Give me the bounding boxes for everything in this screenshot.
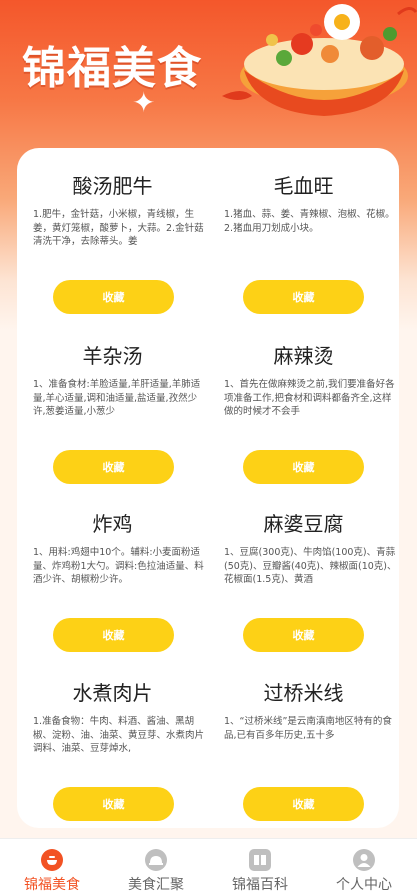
dish-cover-icon [145,849,167,871]
recipe-description: 1、豆腐(300克)、牛肉馅(100克)、青蒜(50克)、豆瓣酱(40克)、辣椒… [224,547,397,585]
recipe-description: 1、首先在做麻辣烫之前,我们要准备好各项准备工作,把食材和调料都备齐全,这样做的… [224,379,395,417]
recipe-item[interactable]: 麻婆豆腐 1、豆腐(300克)、牛肉馅(100克)、青蒜(50克)、豆瓣酱(40… [17,486,397,654]
user-icon [353,849,375,871]
recipe-item[interactable]: 麻辣烫 1、首先在做麻辣烫之前,我们要准备好各项准备工作,把食材和调料都备齐全,… [17,318,395,486]
tab-label: 锦福美食 [24,877,80,892]
tab-home[interactable]: 锦福美食 [0,839,104,892]
tab-label: 美食汇聚 [128,877,184,892]
recipe-title: 过桥米线 [263,681,344,705]
recipe-item[interactable]: 毛血旺 1.猪血、蒜、姜、青辣椒、泡椒、花椒。2.猪血用刀划成小块。 收藏 [17,148,395,316]
tab-label: 锦福百科 [232,877,288,892]
recipe-title: 麻辣烫 [273,344,334,368]
book-icon [249,849,271,871]
sparkle-icon: ✦ [132,86,156,119]
bowl-icon [41,849,63,871]
favorite-button[interactable]: 收藏 [243,787,364,821]
recipe-description: 1、“过桥米线”是云南滇南地区特有的食品,已有百多年历史,五十多 [224,716,392,741]
tab-profile[interactable]: 个人中心 [312,839,416,892]
sparkle-icon: ✦ [114,76,125,90]
bottom-tab-bar: 锦福美食 美食汇聚 锦福百科 个人中心 [0,838,417,892]
tab-label: 个人中心 [336,877,392,892]
recipe-title: 毛血旺 [273,174,334,198]
recipe-description: 1.猪血、蒜、姜、青辣椒、泡椒、花椒。2.猪血用刀划成小块。 [224,209,395,234]
favorite-button[interactable]: 收藏 [243,450,364,484]
tab-encyclopedia[interactable]: 锦福百科 [208,839,312,892]
favorite-button[interactable]: 收藏 [243,618,364,652]
food-bowl-illustration [222,4,417,116]
recipe-title: 麻婆豆腐 [263,512,344,536]
favorite-button[interactable]: 收藏 [243,280,364,314]
tab-collection[interactable]: 美食汇聚 [104,839,208,892]
recipe-card: 酸汤肥牛 1.肥牛，金针菇，小米椒，青线椒，生姜，黄灯笼椒，酸萝卜，大蒜。2.金… [17,148,399,828]
app-title: 锦福美食 [22,43,202,94]
recipe-item[interactable]: 过桥米线 1、“过桥米线”是云南滇南地区特有的食品,已有百多年历史,五十多 收藏 [17,655,392,823]
